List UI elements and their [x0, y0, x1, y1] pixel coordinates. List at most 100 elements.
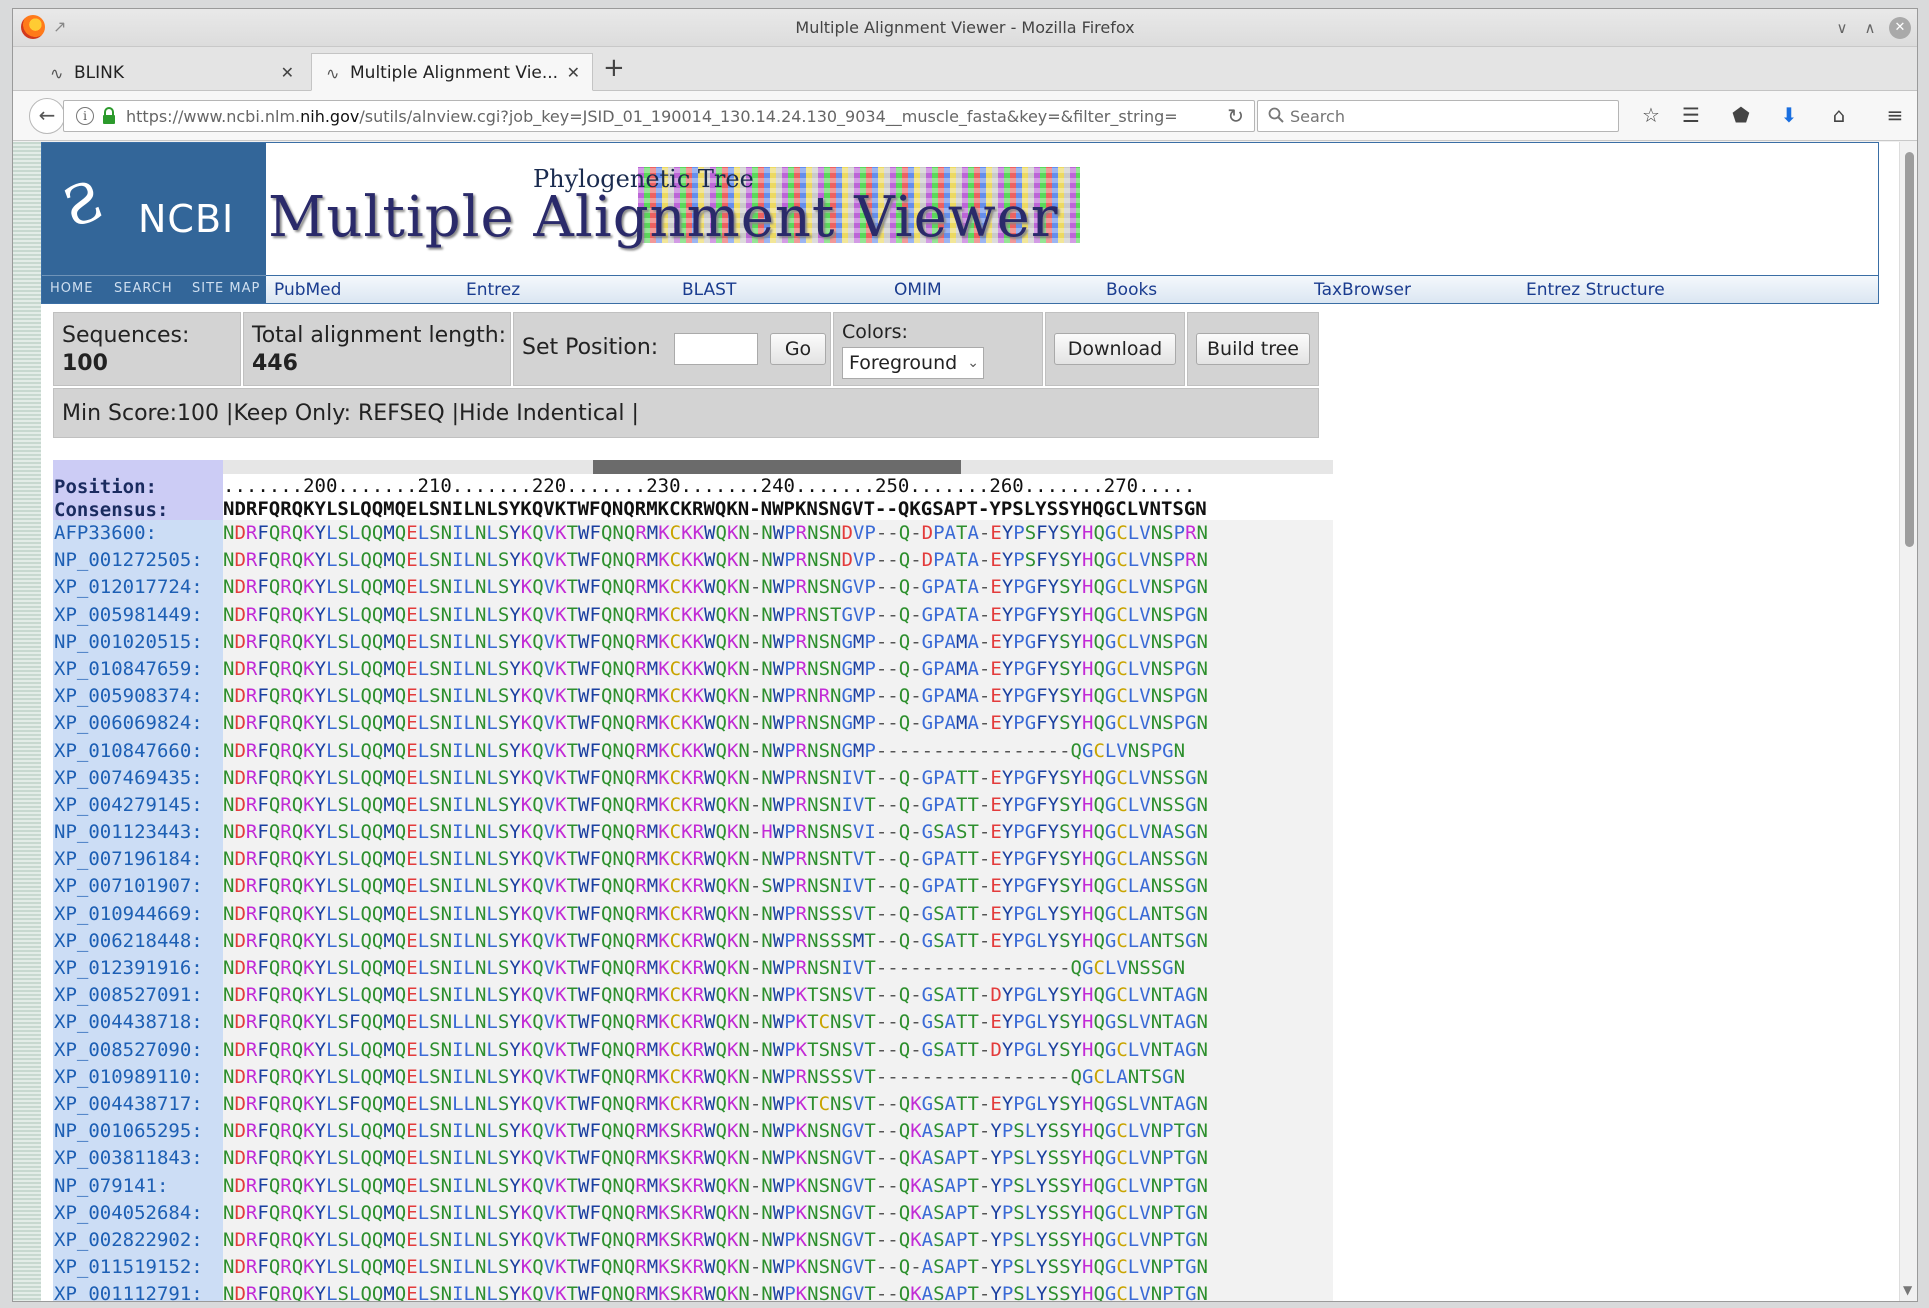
maximize-icon[interactable]: ∧: [1859, 17, 1881, 39]
reading-list-icon[interactable]: ☰: [1677, 103, 1705, 127]
aligned-sequence: NDRFQRQKYLSLQQMQELSNILNLSYKQVKTWFQNQRMKC…: [223, 793, 1208, 816]
nav-link-omim[interactable]: OMIM: [894, 280, 942, 300]
aligned-sequence: NDRFQRQKYLSLQQMQELSNILNLSYKQVKTWFQNQRMKS…: [223, 1283, 1208, 1302]
aligned-sequence: NDRFQRQKYLSLQQMQELSNILNLSYKQVKTWFQNQRMKS…: [223, 1228, 1208, 1251]
accession-link[interactable]: XP_010847659:: [53, 656, 223, 683]
reload-icon[interactable]: ↻: [1227, 104, 1244, 128]
position-input[interactable]: [674, 333, 758, 365]
accession-link[interactable]: XP_012391916:: [53, 955, 223, 982]
close-tab-icon[interactable]: ✕: [567, 63, 580, 82]
vertical-scrollbar[interactable]: ▼: [1899, 142, 1917, 1301]
sequences-count: 100: [62, 351, 108, 376]
accession-link[interactable]: XP_005908374:: [53, 683, 223, 710]
filter-text[interactable]: Min Score:100 |Keep Only: REFSEQ |Hide I…: [62, 401, 639, 426]
ncbi-header: Ƨ NCBI HOME SEARCH SITE MAP Phylogenetic…: [41, 142, 1879, 304]
colors-cell: Colors: Foreground ⌄: [833, 312, 1043, 386]
nav-link-pubmed[interactable]: PubMed: [274, 280, 341, 300]
tab-label: BLINK: [74, 63, 125, 83]
nav-link-blast[interactable]: BLAST: [682, 280, 736, 300]
accession-link[interactable]: XP_012017724:: [53, 574, 223, 601]
sequences-count-cell: Sequences: 100: [53, 312, 241, 386]
alignment-length: 446: [252, 351, 298, 376]
ncbi-logo[interactable]: Ƨ NCBI: [42, 143, 266, 275]
nav-link-entrez-structure[interactable]: Entrez Structure: [1526, 280, 1665, 300]
aligned-sequence: NDRFQRQKYLSLQQMQELSNILNLSYKQVKTWFQNQRMKC…: [223, 902, 1208, 925]
accession-link[interactable]: XP_004438718:: [53, 1009, 223, 1036]
url-text[interactable]: https://www.ncbi.nlm.nih.gov/sutils/alnv…: [126, 107, 1176, 126]
tab-blink[interactable]: ∿ BLINK ✕: [35, 53, 307, 91]
search-input[interactable]: [1290, 105, 1600, 127]
accession-link[interactable]: XP_003811843:: [53, 1145, 223, 1172]
download-button[interactable]: Download: [1054, 333, 1176, 365]
dna-helix-icon: Ƨ: [54, 168, 111, 241]
colors-select[interactable]: Foreground ⌄: [842, 347, 984, 379]
accession-link[interactable]: XP_004279145:: [53, 792, 223, 819]
close-window-icon[interactable]: ✕: [1889, 17, 1911, 39]
accession-link[interactable]: NP_001272505:: [53, 547, 223, 574]
position-header: Position: Consensus:: [53, 460, 223, 521]
home-link[interactable]: HOME: [50, 281, 93, 296]
accession-link[interactable]: XP_004438717:: [53, 1091, 223, 1118]
aligned-sequence: NDRFQRQKYLSLQQMQELSNILNLSYKQVKTWFQNQRMKS…: [223, 1201, 1208, 1224]
new-tab-icon[interactable]: +: [603, 53, 625, 83]
aligned-sequence: NDRFQRQKYLSLQQMQELSNILNLSYKQVKTWFQNQRMKS…: [223, 1120, 1208, 1143]
aligned-sequence: NDRFQRQKYLSLQQMQELSNILNLSYKQVKTWFQNQRMKC…: [223, 1038, 1208, 1061]
close-tab-icon[interactable]: ✕: [281, 63, 294, 82]
vertical-scroll-thumb[interactable]: [1905, 152, 1914, 547]
search-link[interactable]: SEARCH: [114, 281, 173, 296]
build-tree-cell: Build tree: [1187, 312, 1319, 386]
accession-link[interactable]: XP_007101907:: [53, 873, 223, 900]
aligned-sequence: NDRFQRQKYLSLQQMQELSNILNLSYKQVKTWFQNQRMKC…: [223, 929, 1208, 952]
search-icon: [1268, 107, 1284, 123]
accession-link[interactable]: AFP33600:: [53, 520, 223, 547]
consensus-sequence: NDRFQRQKYLSLQQMQELSNILNLSYKQVKTWFQNQRMKC…: [223, 498, 1333, 520]
build-tree-button[interactable]: Build tree: [1196, 333, 1310, 365]
accession-link[interactable]: NP_079141:: [53, 1173, 223, 1200]
nav-link-entrez[interactable]: Entrez: [466, 280, 520, 300]
search-bar[interactable]: [1257, 100, 1619, 132]
accession-link[interactable]: NP_001065295:: [53, 1118, 223, 1145]
url-bar[interactable]: i https://www.ncbi.nlm.nih.gov/sutils/al…: [63, 100, 1255, 132]
nav-link-taxbrowser[interactable]: TaxBrowser: [1314, 280, 1411, 300]
bookmark-star-icon[interactable]: ☆: [1637, 103, 1665, 127]
viewer-controls: Sequences: 100 Total alignment length: 4…: [53, 312, 1319, 440]
accession-link[interactable]: XP_006218448:: [53, 928, 223, 955]
download-arrow-icon[interactable]: ⬇: [1775, 103, 1803, 127]
go-button[interactable]: Go: [770, 333, 826, 365]
accession-link[interactable]: NP_001123443:: [53, 819, 223, 846]
horizontal-scrollbar[interactable]: [223, 460, 1333, 474]
accession-link[interactable]: XP_010989110:: [53, 1064, 223, 1091]
info-icon[interactable]: i: [76, 107, 94, 125]
nav-link-books[interactable]: Books: [1106, 280, 1157, 300]
home-icon[interactable]: ⌂: [1825, 103, 1853, 127]
minimize-icon[interactable]: ∨: [1831, 17, 1853, 39]
aligned-sequence: NDRFQRQKYLSLQQMQELSNILNLSYKQVKTWFQNQRMKC…: [223, 603, 1208, 626]
tab-multiple-alignment-viewer[interactable]: ∿ Multiple Alignment Vie... ✕: [311, 53, 593, 91]
accession-link[interactable]: XP_005981449:: [53, 602, 223, 629]
lock-icon[interactable]: [102, 107, 116, 125]
accession-link[interactable]: XP_010847660:: [53, 738, 223, 765]
accession-link[interactable]: XP_002822902:: [53, 1227, 223, 1254]
accession-link[interactable]: XP_001112791:: [53, 1281, 223, 1301]
accession-link[interactable]: XP_007469435:: [53, 765, 223, 792]
accession-link[interactable]: XP_011519152:: [53, 1254, 223, 1281]
aligned-sequence: NDRFQRQKYLSLQQMQELSNILNLSYKQVKTWFQNQRMKC…: [223, 957, 1186, 979]
aligned-sequence: NDRFQRQKYLSLQQMQELSNILNLSYKQVKTWFQNQRMKC…: [223, 712, 1208, 735]
accession-link[interactable]: XP_006069824:: [53, 710, 223, 737]
banner-title: Multiple Alignment Viewer: [268, 185, 1059, 250]
horizontal-scroll-thumb[interactable]: [593, 460, 961, 474]
scroll-down-icon[interactable]: ▼: [1903, 1283, 1912, 1297]
pocket-icon[interactable]: ⬟: [1727, 103, 1755, 127]
ncbi-favicon-icon: ∿: [50, 64, 64, 83]
menu-icon[interactable]: ≡: [1881, 103, 1909, 127]
accession-link[interactable]: XP_007196184:: [53, 846, 223, 873]
site-map-link[interactable]: SITE MAP: [192, 281, 260, 296]
ncbi-nav-bar: PubMed Entrez BLAST OMIM Books TaxBrowse…: [266, 275, 1878, 303]
accession-link[interactable]: XP_004052684:: [53, 1200, 223, 1227]
back-button[interactable]: ←: [29, 98, 65, 134]
accession-link[interactable]: XP_008527090:: [53, 1037, 223, 1064]
accession-link[interactable]: NP_001020515:: [53, 629, 223, 656]
accession-link[interactable]: XP_008527091:: [53, 982, 223, 1009]
accession-link[interactable]: XP_010944669:: [53, 901, 223, 928]
viewer-banner: Phylogenetic Tree Multiple Alignment Vie…: [268, 163, 1108, 250]
